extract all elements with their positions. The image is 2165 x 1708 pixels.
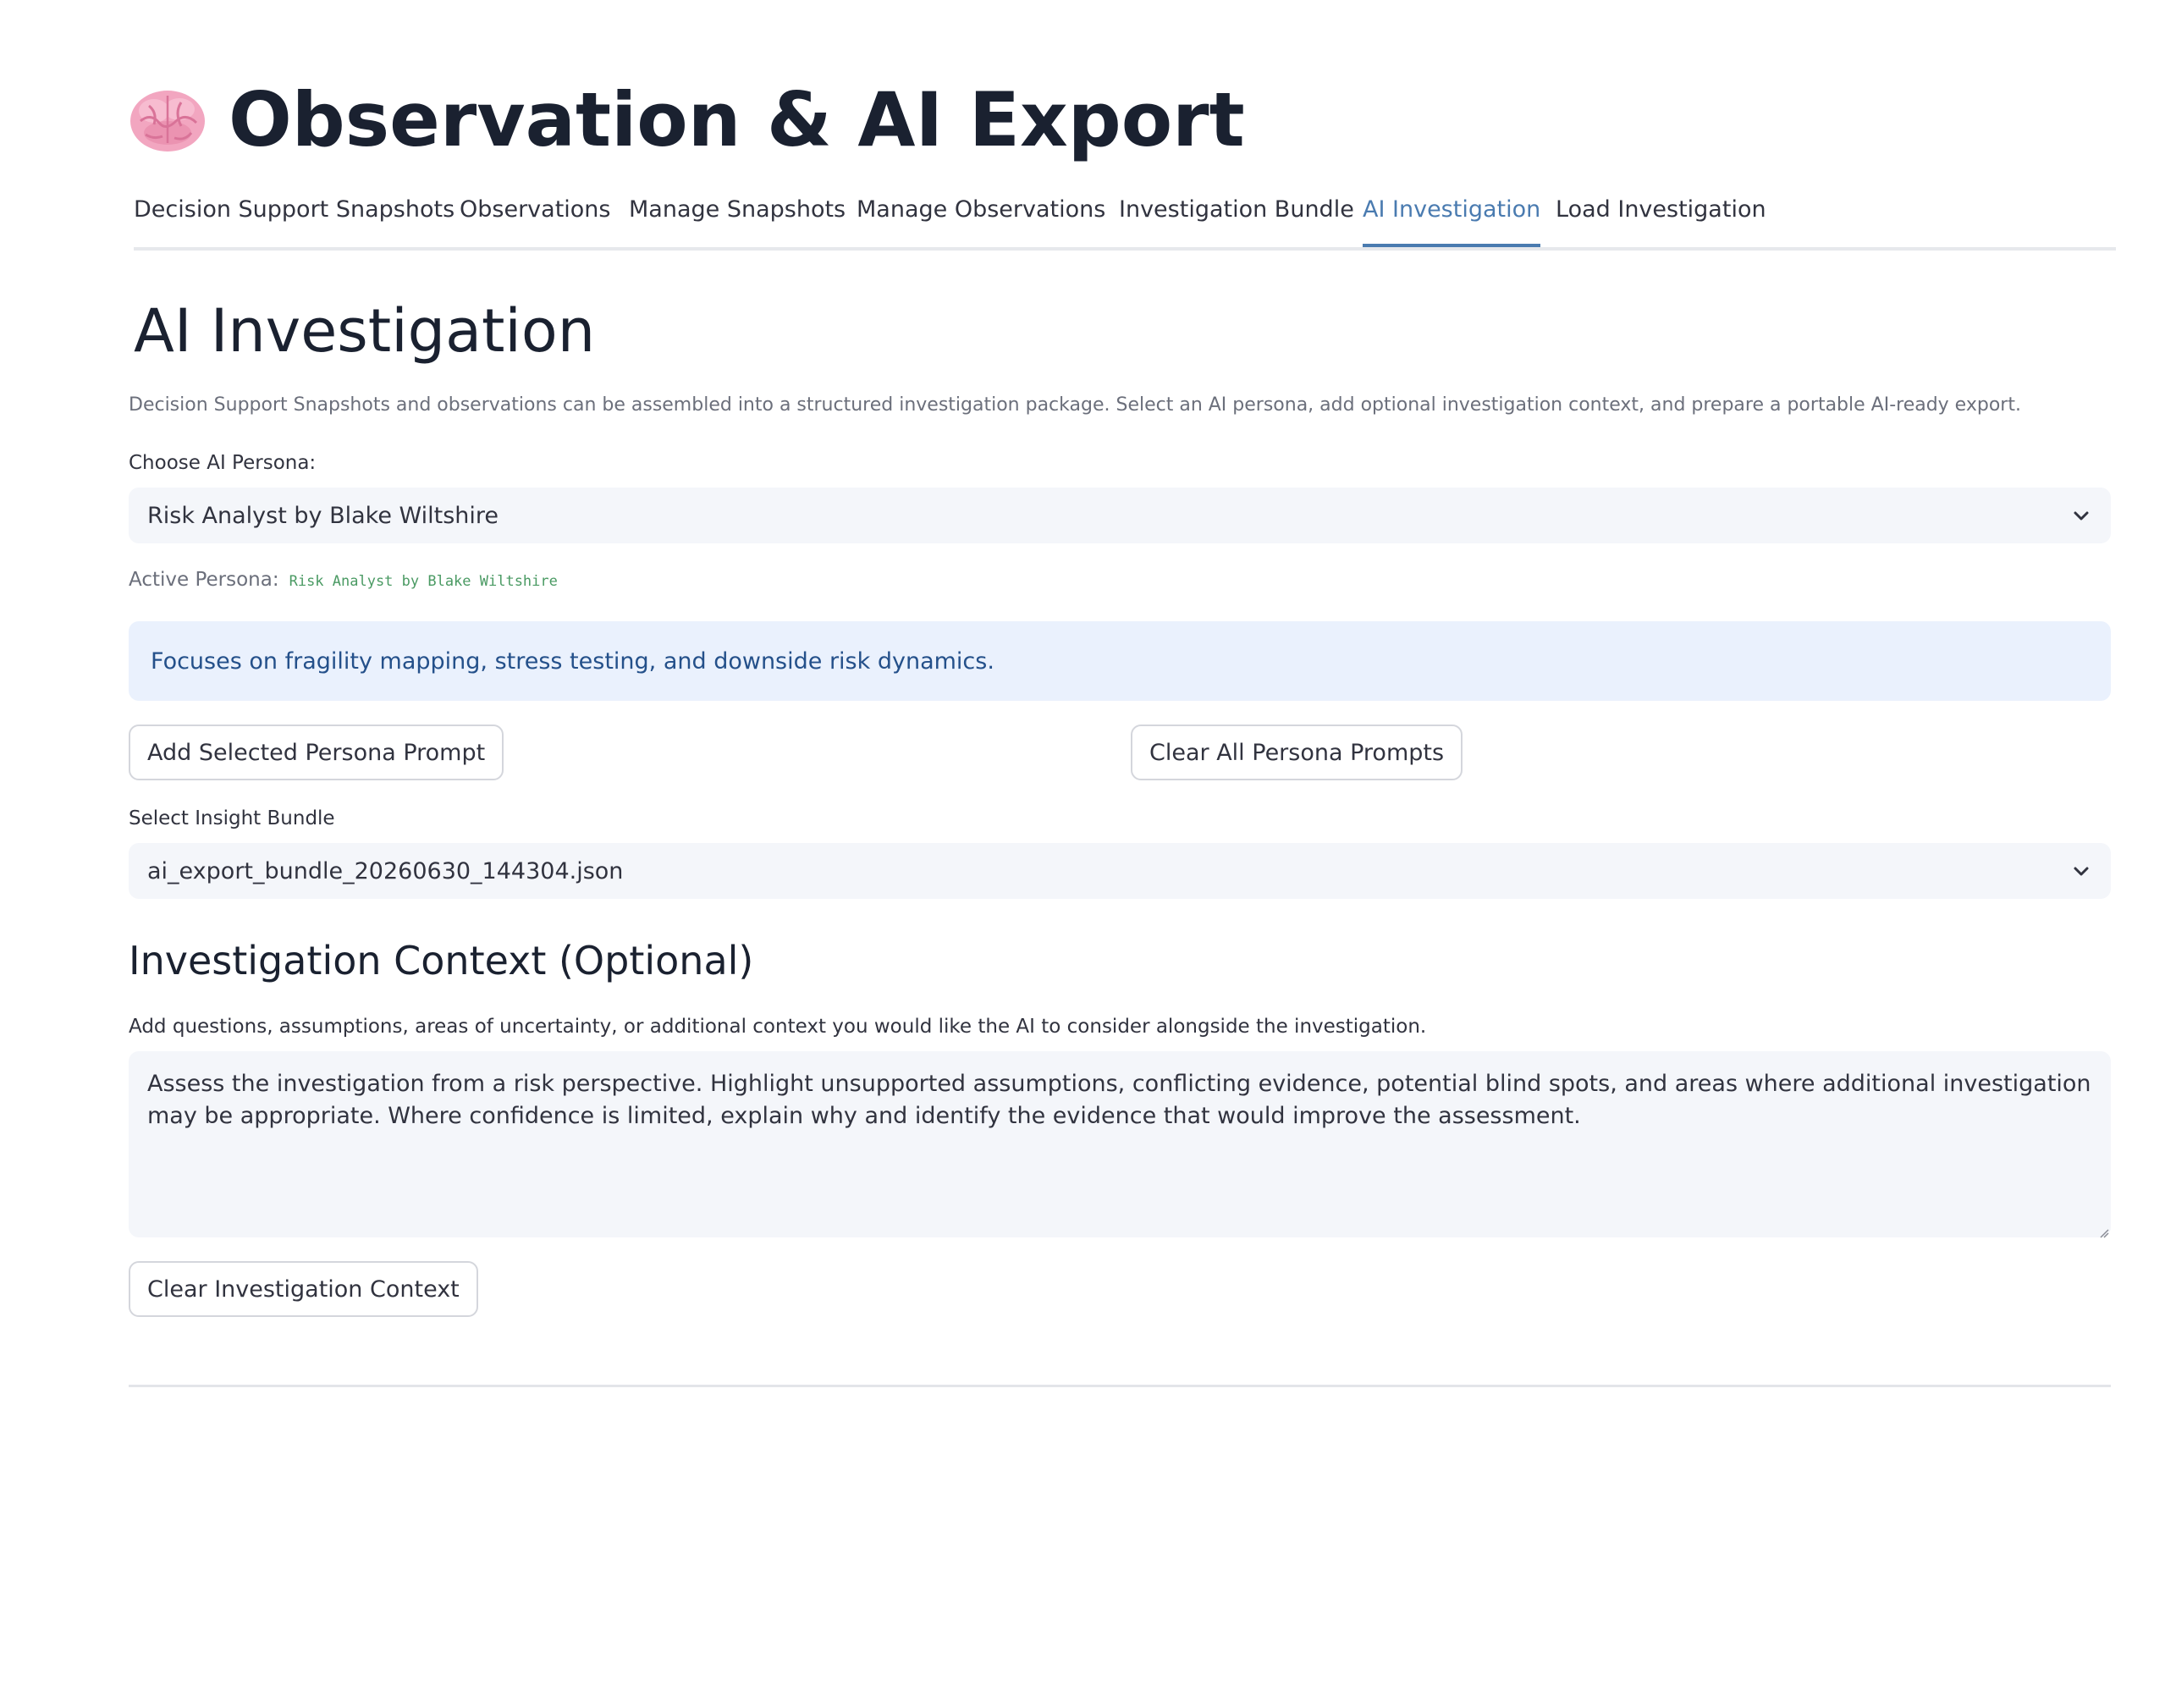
- tab-manage-observations[interactable]: Manage Observations: [857, 188, 1105, 247]
- tab-decision-support-snapshots[interactable]: Decision Support Snapshots: [134, 188, 454, 247]
- context-textarea[interactable]: Assess the investigation from a risk per…: [129, 1051, 2111, 1237]
- bundle-select[interactable]: ai_export_bundle_20260630_144304.json: [129, 843, 2111, 899]
- clear-context-button[interactable]: Clear Investigation Context: [129, 1261, 478, 1317]
- persona-info-text: Focuses on fragility mapping, stress tes…: [151, 647, 994, 675]
- brain-icon: [129, 85, 207, 153]
- clear-persona-prompts-button[interactable]: Clear All Persona Prompts: [1131, 725, 1463, 780]
- tab-bar: Decision Support Snapshots Observations …: [134, 188, 2116, 251]
- active-persona: Active Persona: Risk Analyst by Blake Wi…: [129, 569, 558, 591]
- page-title: AI Investigation: [134, 296, 596, 366]
- active-persona-value: Risk Analyst by Blake Wiltshire: [289, 573, 558, 590]
- persona-select[interactable]: Risk Analyst by Blake Wiltshire: [129, 488, 2111, 543]
- persona-select-value: Risk Analyst by Blake Wiltshire: [147, 502, 499, 529]
- app-title-text: Observation & AI Export: [229, 75, 1245, 163]
- active-persona-label: Active Persona:: [129, 569, 279, 591]
- tab-load-investigation[interactable]: Load Investigation: [1556, 188, 1766, 247]
- bundle-select-value: ai_export_bundle_20260630_144304.json: [147, 857, 624, 884]
- tab-observations[interactable]: Observations: [460, 188, 610, 247]
- context-help-text: Add questions, assumptions, areas of unc…: [129, 1016, 1427, 1038]
- context-heading: Investigation Context (Optional): [129, 938, 754, 983]
- bundle-label: Select Insight Bundle: [129, 807, 335, 829]
- divider: [129, 1385, 2111, 1387]
- chevron-down-icon: [2072, 860, 2091, 879]
- chevron-down-icon: [2072, 504, 2091, 523]
- page: Observation & AI Export Decision Support…: [0, 0, 2165, 1708]
- add-persona-prompt-button[interactable]: Add Selected Persona Prompt: [129, 725, 504, 780]
- app-title: Observation & AI Export: [129, 73, 1245, 166]
- page-description: Decision Support Snapshots and observati…: [129, 394, 2021, 416]
- resize-handle-icon[interactable]: [2099, 1226, 2109, 1238]
- tab-investigation-bundle[interactable]: Investigation Bundle: [1119, 188, 1354, 247]
- tab-ai-investigation[interactable]: AI Investigation: [1363, 188, 1541, 247]
- persona-label: Choose AI Persona:: [129, 452, 317, 474]
- persona-info-box: Focuses on fragility mapping, stress tes…: [129, 621, 2111, 701]
- tab-manage-snapshots[interactable]: Manage Snapshots: [629, 188, 846, 247]
